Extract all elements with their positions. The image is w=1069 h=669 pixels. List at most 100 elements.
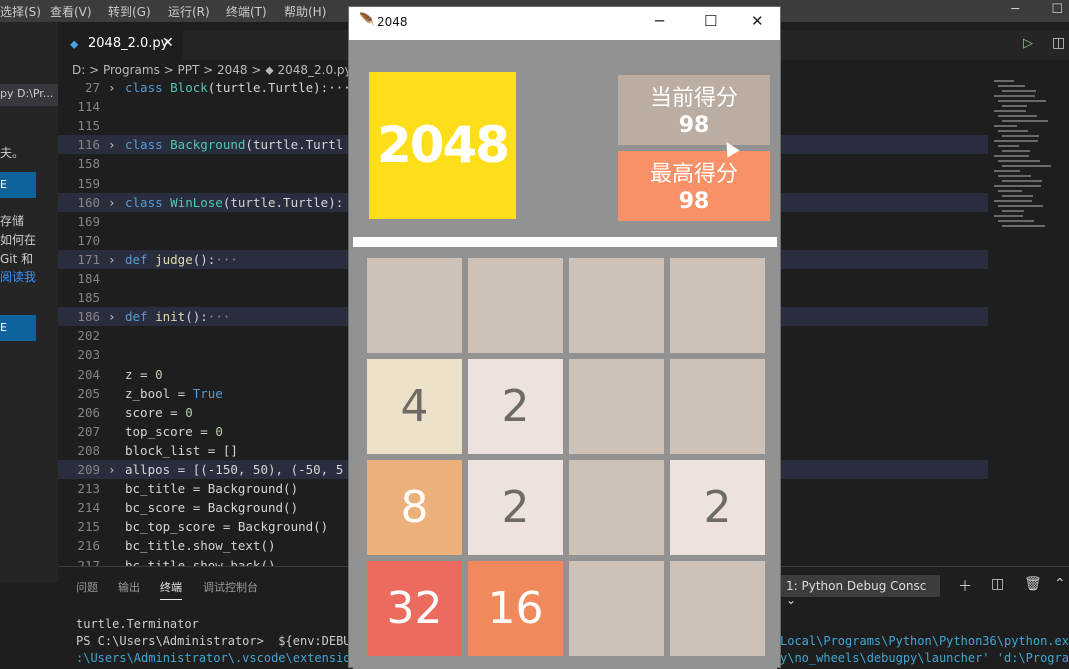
minimize-icon[interactable]: ─ — [655, 12, 664, 30]
current-score-box: 当前得分 98 — [618, 75, 770, 145]
explorer-sidebar: py D:\Pr... 夫。 E 存储 如何在 Git 和 阅读我 E — [0, 22, 58, 582]
trash-icon[interactable]: 🗑 — [1024, 576, 1042, 592]
minimap-line — [994, 215, 1023, 217]
tab-close-icon[interactable]: ✕ — [162, 35, 174, 51]
minimap-line — [1002, 195, 1033, 197]
line-number: 213 — [77, 481, 100, 497]
line-number: 27 — [84, 80, 100, 95]
python-file-icon: ⬥ — [70, 37, 79, 51]
terminal-select[interactable]: 1: Python Debug Consc ⌄ — [780, 575, 940, 607]
fold-chevron-icon[interactable]: › — [108, 250, 116, 269]
split-terminal-icon[interactable]: ◫ — [991, 576, 1004, 592]
line-number: 204 — [77, 366, 100, 382]
vscode-minimize-icon[interactable]: ─ — [1011, 2, 1019, 17]
sidebar-link[interactable]: 阅读我 — [0, 268, 36, 285]
minimap-line — [1002, 210, 1024, 212]
menu-item-terminal[interactable]: 终端(T) — [226, 3, 267, 20]
tile-empty — [670, 561, 765, 656]
menu-item-help[interactable]: 帮助(H) — [284, 3, 326, 20]
divider-bar — [353, 237, 777, 247]
line-number: 170 — [77, 232, 100, 248]
minimap-line — [998, 220, 1034, 222]
current-score-value: 98 — [678, 113, 710, 138]
line-number: 169 — [77, 213, 100, 229]
vscode-maximize-icon[interactable]: ☐ — [1051, 2, 1063, 17]
sidebar-button-2[interactable]: E — [0, 315, 36, 341]
run-icon[interactable]: ▷ — [1023, 36, 1033, 51]
line-number: 114 — [77, 99, 100, 115]
terminal-line: PS C:\Users\Administrator> ${env:DEBU — [76, 634, 351, 648]
minimap-line — [1002, 105, 1027, 107]
fold-chevron-icon[interactable]: › — [108, 460, 116, 479]
minimap-line — [998, 85, 1025, 87]
code-text: block_list = [] — [125, 442, 238, 458]
menu-item-run[interactable]: 运行(R) — [168, 3, 210, 20]
minimap-line — [1002, 120, 1048, 122]
sidebar-text: 夫。 — [0, 146, 25, 160]
menu-item-view[interactable]: 查看(V) — [50, 3, 92, 20]
editor-tab[interactable]: ⬥ 2048_2.0.py ✕ — [58, 30, 183, 60]
game-board: 4 2 8 2 2 32 16 — [367, 258, 769, 660]
minimap-line — [998, 190, 1022, 192]
line-number: 205 — [77, 385, 100, 401]
fold-chevron-icon[interactable]: › — [108, 78, 116, 97]
sidebar-selected-row[interactable]: py D:\Pr... — [0, 84, 58, 106]
line-number: 184 — [77, 271, 100, 286]
top-score-label: 最高得分 — [649, 162, 738, 187]
code-text: bc_top_score = Background() — [125, 519, 329, 535]
code-text: z_bool = True — [125, 385, 223, 401]
game-title-bar[interactable]: 🪶 2048 ─ ☐ ✕ — [349, 7, 780, 40]
code-text: allpos = [(-150, 50), (-50, 5 — [125, 462, 344, 477]
minimap-line — [994, 110, 1026, 112]
terminal-line: turtle.Terminator — [76, 617, 199, 631]
add-terminal-icon[interactable]: ＋ — [958, 576, 972, 596]
fold-chevron-icon[interactable]: › — [108, 135, 116, 154]
code-text: bc_title.show_text() — [125, 538, 276, 554]
code-text: bc_score = Background() — [125, 500, 299, 516]
tab-label: 2048_2.0.py — [88, 36, 169, 51]
minimap-line — [998, 145, 1019, 147]
tile-2: 2 — [468, 359, 563, 454]
line-number: 159 — [77, 175, 100, 191]
minimap-line — [994, 80, 1014, 82]
line-number: 115 — [77, 118, 100, 134]
sidebar-button-1[interactable]: E — [0, 172, 36, 198]
panel-tab-debug-console[interactable]: 调试控制台 — [203, 579, 258, 595]
line-number: 185 — [77, 290, 100, 306]
menu-item-goto[interactable]: 转到(G) — [108, 3, 151, 20]
panel-tab-problems[interactable]: 问题 — [76, 579, 98, 595]
minimap-line — [994, 185, 1041, 187]
maximize-icon[interactable]: ☐ — [704, 12, 717, 30]
tile-empty — [367, 258, 462, 353]
feather-icon: 🪶 — [359, 13, 376, 28]
line-number: 208 — [77, 442, 100, 458]
line-number: 216 — [77, 538, 100, 554]
minimap-line — [994, 125, 1017, 127]
breadcrumb[interactable]: D: > Programs > PPT > 2048 > ⬥ 2048_2.0.… — [72, 63, 352, 78]
minimap[interactable] — [994, 80, 1054, 230]
game-canvas[interactable]: 2048 当前得分 98 最高得分 98 4 2 8 2 2 32 16 — [353, 42, 777, 669]
code-text: top_score = 0 — [125, 423, 223, 439]
line-number: 203 — [77, 347, 100, 363]
chevron-up-icon[interactable]: ⌃ — [1054, 576, 1066, 592]
tile-8: 8 — [367, 460, 462, 555]
top-score-value: 98 — [678, 189, 710, 214]
menu-item-select[interactable]: 选择(S) — [0, 3, 41, 20]
panel-tab-terminal[interactable]: 终端 — [160, 579, 182, 600]
panel-tab-output[interactable]: 输出 — [118, 579, 140, 595]
sidebar-text: 存储 — [0, 214, 25, 228]
split-editor-icon[interactable]: ◫ — [1052, 35, 1065, 51]
code-text: def init():··· — [125, 309, 231, 325]
minimap-line — [998, 115, 1037, 117]
minimap-line — [1002, 225, 1045, 227]
close-icon[interactable]: ✕ — [751, 12, 764, 30]
terminal-line: :\Users\Administrator\.vscode\extension — [76, 651, 358, 665]
minimap-line — [998, 205, 1043, 207]
sidebar-path: py D:\Pr... — [0, 87, 54, 100]
minimap-line — [994, 170, 1020, 172]
minimap-line — [998, 100, 1046, 102]
fold-chevron-icon[interactable]: › — [108, 307, 116, 326]
line-number: 209 — [77, 462, 100, 477]
terminal-line-right: y\no_wheels\debugpy\launcher' 'd:\Progra… — [780, 651, 1069, 665]
fold-chevron-icon[interactable]: › — [108, 193, 116, 212]
